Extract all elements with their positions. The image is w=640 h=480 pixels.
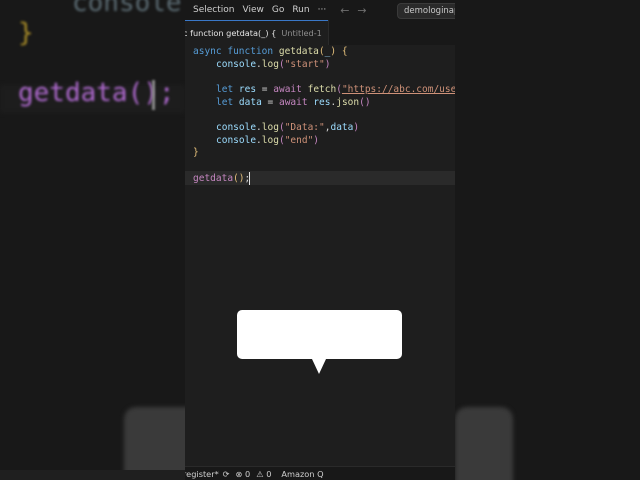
branch-label[interactable]: register*	[185, 469, 219, 479]
tab-filename: Untitled-1	[281, 27, 322, 38]
command-center-search[interactable]: demologinap	[397, 3, 455, 19]
status-bar: register* ⟳ ⊗ 0 ⚠ 0 Amazon Q	[185, 466, 455, 480]
errors-indicator[interactable]: ⊗ 0	[236, 469, 251, 479]
blurred-card	[455, 407, 513, 480]
warning-count: 0	[266, 469, 272, 479]
editor-window: Selection View Go Run ··· ← → demologina…	[185, 0, 455, 480]
text-cursor	[249, 172, 250, 185]
tab-untitled-1[interactable]: c function getdata(_) { Untitled-1 ●	[185, 20, 329, 45]
code-line: let res = await fetch("https://abc.com/u…	[216, 84, 455, 95]
speech-bubble	[237, 310, 402, 359]
tab-bar: c function getdata(_) { Untitled-1 ●	[185, 20, 455, 46]
speech-bubble-tail	[312, 359, 326, 374]
menu-view[interactable]: View	[242, 5, 263, 15]
code-line: }	[193, 147, 199, 158]
code-line: async function getdata(_) {	[193, 46, 348, 57]
sync-icon[interactable]: ⟳	[223, 469, 230, 479]
code-line: console.log("Data:",data)	[216, 122, 360, 133]
blurred-status	[0, 470, 185, 480]
warnings-indicator[interactable]: ⚠ 0	[256, 469, 271, 479]
code-line: let data = await res.json()	[216, 97, 371, 108]
amazon-q-status[interactable]: Amazon Q	[281, 469, 323, 479]
code-line: console.log("start")	[216, 59, 331, 70]
code-line: console.log("end")	[216, 135, 320, 146]
code-editor[interactable]: async function getdata(_) { console.log(…	[185, 45, 455, 465]
blurred-background-right	[455, 0, 640, 480]
back-arrow-icon[interactable]: ←	[340, 4, 349, 17]
forward-arrow-icon[interactable]: →	[357, 4, 366, 17]
menu-run[interactable]: Run	[292, 5, 309, 15]
error-count: 0	[245, 469, 251, 479]
code-line: getdata();	[193, 173, 251, 184]
menu-more[interactable]: ···	[318, 5, 327, 15]
tab-title: c function getdata(_) {	[185, 27, 277, 38]
blurred-background-left: console. } getdata();	[0, 0, 185, 480]
menu-selection[interactable]: Selection	[193, 5, 234, 15]
menu-bar: Selection View Go Run ··· ← → demologina…	[185, 0, 455, 20]
blurred-code-console: console.	[72, 0, 185, 18]
menu-go[interactable]: Go	[272, 5, 284, 15]
blurred-cursor	[152, 80, 155, 110]
active-tab-indicator	[185, 20, 328, 21]
blurred-code-brace: }	[18, 18, 34, 48]
